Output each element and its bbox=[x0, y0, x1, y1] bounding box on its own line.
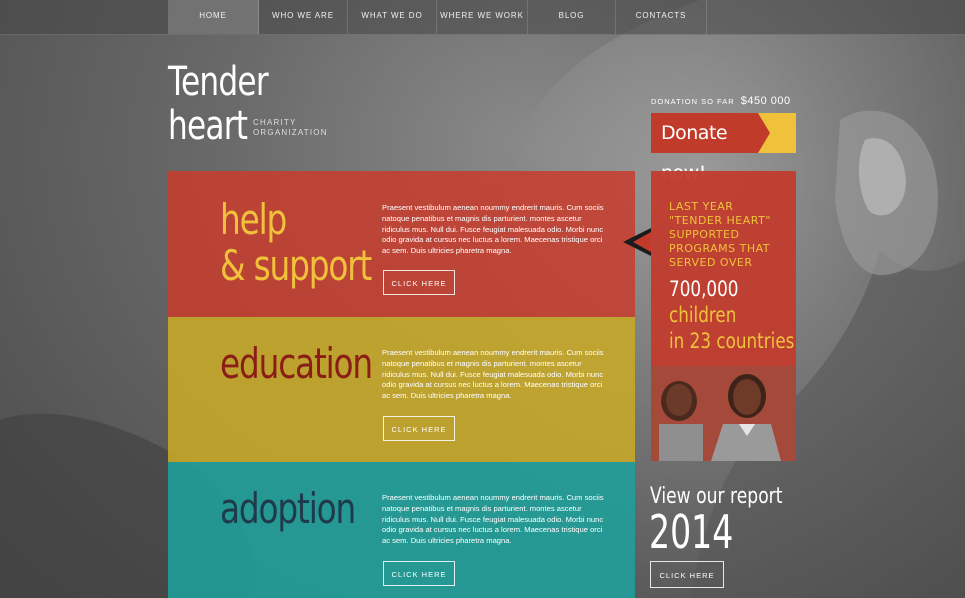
stats-panel: LAST YEAR "TENDER HEART" SUPPORTED PROGR… bbox=[651, 171, 796, 461]
education-text: Praesent vestibulum aenean noummy endrer… bbox=[382, 348, 604, 401]
adoption-click-here-button[interactable]: CLICK HERE bbox=[383, 561, 455, 586]
help-support-heading-line-1: help bbox=[220, 195, 287, 244]
donation-amount: $450 000 bbox=[740, 95, 791, 107]
stats-children-count: 700,000 bbox=[669, 277, 739, 301]
logo-tagline-line-2: ORGANIZATION bbox=[253, 128, 328, 137]
donate-now-button[interactable]: Donate now! bbox=[651, 113, 761, 184]
stats-children-label: children bbox=[669, 303, 737, 327]
logo-tagline: CHARITY ORGANIZATION bbox=[253, 118, 333, 138]
nav-item-where-we-work[interactable]: WHERE WE WORK bbox=[437, 0, 528, 34]
top-navigation: HOME WHO WE ARE WHAT WE DO WHERE WE WORK… bbox=[0, 0, 965, 35]
children-photo bbox=[651, 366, 796, 461]
nav-item-contacts[interactable]: CONTACTS bbox=[616, 0, 707, 34]
adoption-heading: adoption bbox=[220, 484, 356, 533]
donate-ribbon-decoration bbox=[758, 113, 796, 153]
education-panel: education Praesent vestibulum aenean nou… bbox=[168, 317, 635, 462]
help-support-click-here-button[interactable]: CLICK HERE bbox=[383, 270, 455, 295]
donation-counter: DONATION SO FAR $450 000 bbox=[651, 95, 791, 107]
nav-item-blog[interactable]: BLOG bbox=[528, 0, 616, 34]
nav-item-what-we-do[interactable]: WHAT WE DO bbox=[348, 0, 437, 34]
help-support-panel: help & support Praesent vestibulum aenea… bbox=[168, 171, 635, 317]
help-support-text: Praesent vestibulum aenean noummy endrer… bbox=[382, 203, 604, 256]
adoption-text: Praesent vestibulum aenean noummy endrer… bbox=[382, 493, 604, 546]
logo-tagline-line-1: CHARITY bbox=[253, 118, 297, 127]
education-heading: education bbox=[220, 339, 373, 388]
stats-countries-label: in 23 countries bbox=[669, 329, 795, 353]
help-support-heading-line-2: & support bbox=[220, 241, 372, 290]
logo-line-1: Tender bbox=[168, 59, 269, 105]
nav-item-who-we-are[interactable]: WHO WE ARE bbox=[259, 0, 348, 34]
education-click-here-button[interactable]: CLICK HERE bbox=[383, 416, 455, 441]
stats-intro-text: LAST YEAR "TENDER HEART" SUPPORTED PROGR… bbox=[669, 200, 771, 269]
donation-label: DONATION SO FAR bbox=[651, 97, 735, 106]
report-year: 2014 bbox=[649, 505, 734, 559]
stats-pointer bbox=[633, 232, 651, 252]
nav-item-home[interactable]: HOME bbox=[168, 0, 259, 34]
help-support-heading: help & support bbox=[220, 195, 372, 290]
report-click-here-button[interactable]: CLICK HERE bbox=[650, 561, 724, 588]
adoption-panel: adoption Praesent vestibulum aenean noum… bbox=[168, 462, 635, 598]
